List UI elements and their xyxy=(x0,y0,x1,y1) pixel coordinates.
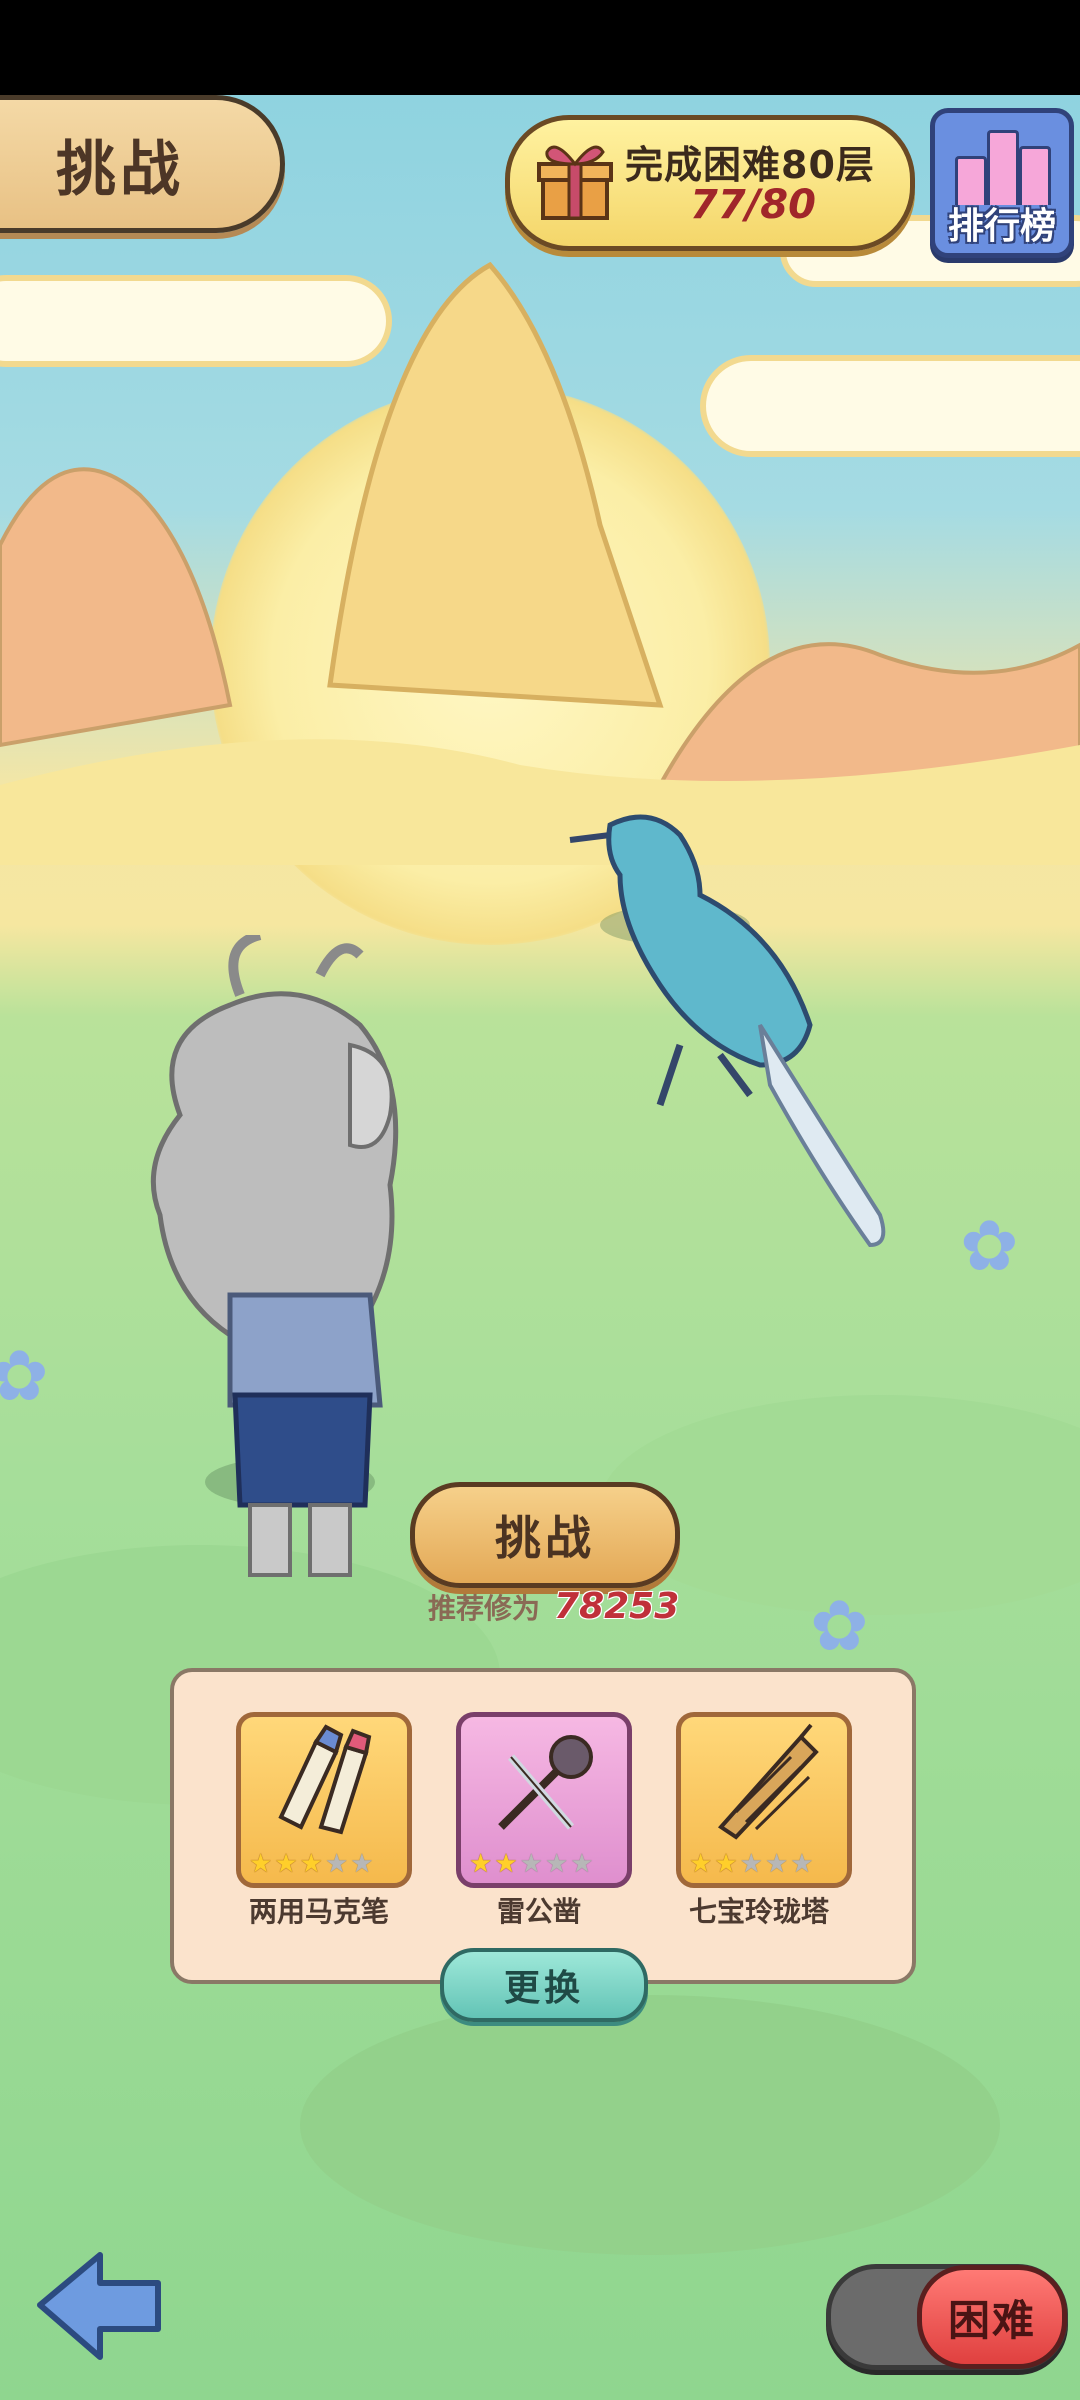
equipment-slot-2[interactable]: ★ ★ ★ ★ ★ xyxy=(456,1712,632,1888)
star-rating: ★ ★ ★ ★ ★ xyxy=(469,1851,594,1877)
star-icon: ★ xyxy=(689,1849,713,1879)
gift-icon xyxy=(537,145,613,220)
game-scene: ✿ ✿ ✿ xyxy=(0,95,1080,2400)
difficulty-toggle[interactable]: 困难 xyxy=(826,2264,1068,2370)
star-icon: ★ xyxy=(790,1849,814,1879)
star-icon: ★ xyxy=(739,1849,763,1879)
ranking-button[interactable]: 排行榜 xyxy=(930,108,1074,258)
star-rating: ★ ★ ★ ★ ★ xyxy=(689,1851,814,1877)
chisel-hammer-icon xyxy=(498,1735,593,1830)
flower-icon: ✿ xyxy=(960,1205,1019,1287)
swap-equipment-button[interactable]: 更换 xyxy=(440,1948,648,2022)
status-bar xyxy=(0,0,1080,95)
flower-icon: ✿ xyxy=(0,1335,49,1417)
equipment-name-1: 两用马克笔 xyxy=(248,1895,389,1928)
marker-pens-icon xyxy=(278,1724,372,1835)
recommended-power-value: 78253 xyxy=(554,1586,680,1627)
recommended-power-label: 推荐修为 xyxy=(428,1592,541,1625)
equipment-name-2: 雷公凿 xyxy=(496,1895,581,1928)
star-icon: ★ xyxy=(350,1849,374,1879)
grass-patch xyxy=(300,1995,1000,2255)
equipment-name-3: 七宝玲珑塔 xyxy=(688,1895,829,1928)
pagoda-icon xyxy=(717,1723,819,1840)
star-icon: ★ xyxy=(544,1849,569,1879)
swap-button-label: 更换 xyxy=(503,1968,584,2009)
equipment-slot-3[interactable]: ★ ★ ★ ★ ★ xyxy=(676,1712,852,1888)
task-progress-pill[interactable]: 完成困难80层 77/80 xyxy=(505,115,915,251)
task-title: 完成困难80层 xyxy=(625,143,875,187)
challenge-button-label: 挑战 xyxy=(495,1511,595,1565)
mode-title-banner: 挑战 xyxy=(0,95,285,233)
difficulty-label: 困难 xyxy=(947,2295,1036,2345)
star-icon: ★ xyxy=(519,1849,543,1879)
equipment-panel: ★ ★ ★ ★ ★ 两用马克笔 ★ ★ ★ ★ ★ 雷公凿 ★ ★ ★ ★ ★ 七宝玲珑塔 xyxy=(170,1668,916,1984)
enemy-bird xyxy=(569,814,886,1248)
challenge-button[interactable]: 挑战 xyxy=(410,1482,680,1588)
star-rating: ★ ★ ★ ★ ★ xyxy=(249,1851,374,1877)
difficulty-knob: 困难 xyxy=(917,2265,1067,2369)
player-character xyxy=(150,935,399,1577)
equipment-slot-1[interactable]: ★ ★ ★ ★ ★ xyxy=(236,1712,412,1888)
star-icon: ★ xyxy=(249,1849,273,1879)
star-icon: ★ xyxy=(714,1849,738,1879)
flower-icon: ✿ xyxy=(810,1585,869,1667)
ranking-label: 排行榜 xyxy=(947,206,1056,247)
star-icon: ★ xyxy=(570,1849,594,1879)
task-progress-count: 77/80 xyxy=(690,182,816,228)
star-icon: ★ xyxy=(494,1849,518,1879)
star-icon: ★ xyxy=(299,1849,323,1879)
star-icon: ★ xyxy=(469,1849,493,1879)
star-icon: ★ xyxy=(764,1849,789,1879)
star-icon: ★ xyxy=(274,1849,298,1879)
back-arrow-icon[interactable] xyxy=(30,2245,170,2365)
mode-title: 挑战 xyxy=(56,134,184,205)
recommended-power: 推荐修为 78253 xyxy=(428,1586,688,1627)
star-icon: ★ xyxy=(324,1849,349,1879)
